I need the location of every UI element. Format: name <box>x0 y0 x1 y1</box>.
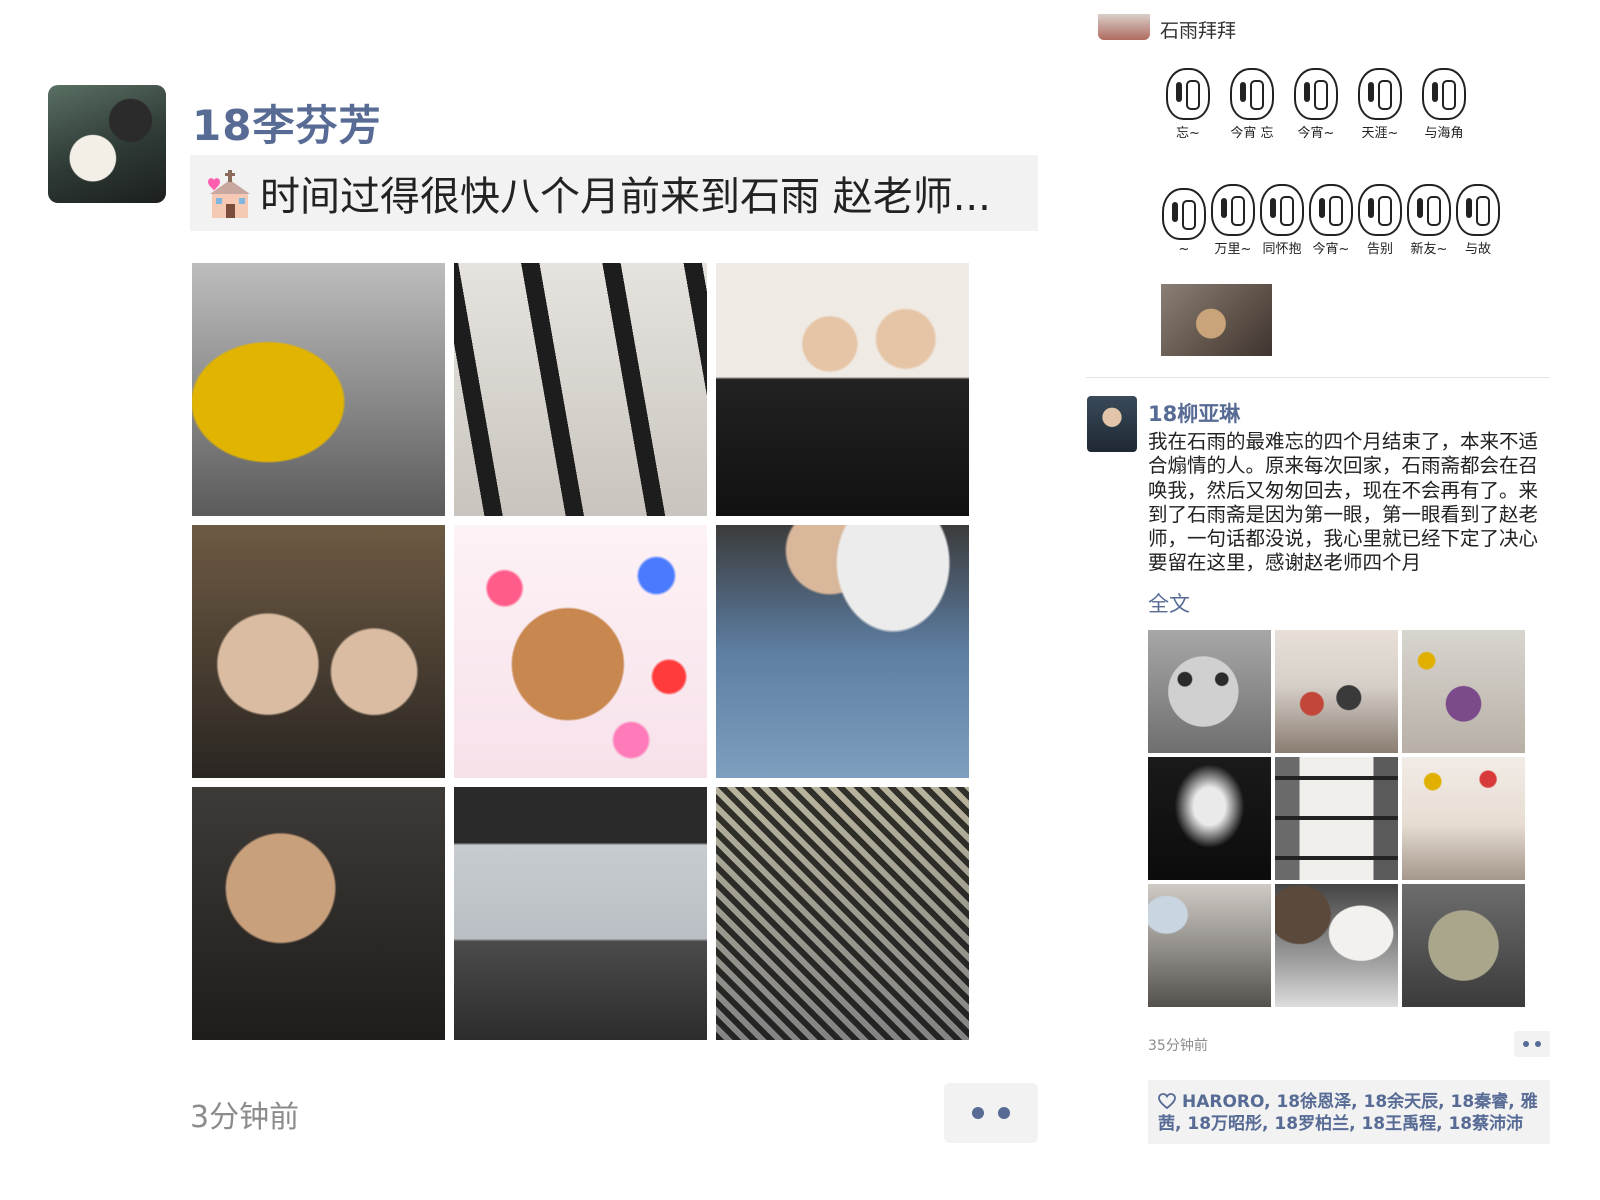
likes-list[interactable]: HARORO, 18徐恩泽, 18余天辰, 18秦睿, 雅茜, 18万昭彤, 1… <box>1158 1092 1538 1134</box>
sticker-caption: 与海角 <box>1424 126 1464 141</box>
chapel-with-heart-icon <box>198 166 252 220</box>
photo-bowls[interactable] <box>1275 884 1398 1007</box>
right-post-avatar[interactable] <box>1087 396 1137 452</box>
photo-calligraphy[interactable] <box>454 263 707 516</box>
photo-calligraphy-scroll[interactable] <box>1275 757 1398 880</box>
post-divider <box>1086 377 1550 378</box>
photo-cat[interactable] <box>1161 284 1272 356</box>
sticker[interactable]: 万里~ <box>1209 184 1257 257</box>
sticker[interactable]: 今宵 忘 <box>1224 68 1280 141</box>
sticker-caption: 天涯~ <box>1361 126 1399 141</box>
sticker-face-icon <box>1309 184 1353 236</box>
sticker-caption: 今宵 忘 <box>1230 126 1274 141</box>
sticker[interactable]: 新友~ <box>1405 184 1453 257</box>
likes-box: HARORO, 18徐恩泽, 18余天辰, 18秦睿, 雅茜, 18万昭彤, 1… <box>1148 1080 1550 1144</box>
dot <box>1523 1041 1529 1047</box>
sticker-face-icon <box>1162 188 1206 240</box>
right-more-dots-icon[interactable] <box>1514 1031 1550 1057</box>
photo-denim-jacket[interactable] <box>716 525 969 778</box>
sticker-caption: 同怀抱 <box>1262 242 1302 257</box>
sticker-caption: 忘~ <box>1176 126 1200 141</box>
sticker-face-icon <box>1230 68 1274 120</box>
photo-dining-hall[interactable] <box>1275 630 1398 753</box>
sticker[interactable]: ~ <box>1160 188 1208 257</box>
photo-balloons-room[interactable] <box>1402 757 1525 880</box>
sticker-caption: 与故 <box>1464 242 1491 257</box>
photo-street-walk[interactable] <box>1148 884 1271 1007</box>
sticker-face-icon <box>1260 184 1304 236</box>
photo-kitten[interactable] <box>1148 630 1271 753</box>
sticker-face-icon <box>1422 68 1466 120</box>
shared-link-title: 时间过得很快八个月前来到石雨 赵老师... <box>260 174 991 220</box>
sticker-row-1: 忘~ 今宵 忘 今宵~ 天涯~ 与海角 <box>1160 68 1472 141</box>
photo-party-group[interactable] <box>1402 630 1525 753</box>
full-text-link[interactable]: 全文 <box>1148 588 1190 618</box>
photo-wall-sign[interactable] <box>1148 757 1271 880</box>
sticker-caption: 新友~ <box>1410 242 1448 257</box>
sticker-face-icon <box>1358 68 1402 120</box>
sticker-face-icon <box>1407 184 1451 236</box>
sticker-face-icon <box>1456 184 1500 236</box>
sticker[interactable]: 同怀抱 <box>1258 184 1306 257</box>
photo-girl-yellow-hood[interactable] <box>192 263 445 516</box>
photo-stone-seal[interactable] <box>1402 884 1525 1007</box>
sticker-face-icon <box>1166 68 1210 120</box>
sticker[interactable]: 告别 <box>1356 184 1404 257</box>
sticker-caption: 今宵~ <box>1297 126 1335 141</box>
sticker-face-icon <box>1294 68 1338 120</box>
right-post-time: 35分钟前 <box>1148 1038 1208 1054</box>
sticker[interactable]: 今宵~ <box>1307 184 1355 257</box>
right-post-author[interactable]: 18柳亚琳 <box>1148 398 1240 428</box>
sticker-caption: ~ <box>1178 242 1190 257</box>
sticker[interactable]: 与故 <box>1454 184 1502 257</box>
shared-link-card[interactable]: 时间过得很快八个月前来到石雨 赵老师... <box>190 155 1038 231</box>
sticker-row-2: ~ 万里~ 同怀抱 今宵~ 告别 新友~ 与故 <box>1160 184 1502 257</box>
sticker[interactable]: 天涯~ <box>1352 68 1408 141</box>
sticker-face-icon <box>1211 184 1255 236</box>
dot <box>998 1107 1010 1119</box>
photo-jerry-hearts[interactable] <box>454 525 707 778</box>
left-more-dots-icon[interactable] <box>944 1083 1038 1143</box>
photo-seal-print[interactable] <box>716 787 969 1040</box>
sticker-caption: 万里~ <box>1214 242 1252 257</box>
left-photo-grid <box>192 263 969 1040</box>
sticker[interactable]: 今宵~ <box>1288 68 1344 141</box>
dot <box>972 1107 984 1119</box>
photo-two-boys[interactable] <box>716 263 969 516</box>
photo-man-dark[interactable] <box>192 787 445 1040</box>
left-post-avatar[interactable] <box>48 85 166 203</box>
sticker-caption: 今宵~ <box>1312 242 1350 257</box>
dot <box>1535 1041 1541 1047</box>
heart-icon <box>1158 1093 1176 1110</box>
left-post-time: 3分钟前 <box>190 1100 300 1135</box>
photo-cafe-silhouette[interactable] <box>454 787 707 1040</box>
sticker-caption: 告别 <box>1366 242 1393 257</box>
sticker[interactable]: 忘~ <box>1160 68 1216 141</box>
right-post-body: 我在石雨的最难忘的四个月结束了，本来不适合煽情的人。原来每次回家，石雨斋都会在召… <box>1148 430 1539 575</box>
sticker[interactable]: 与海角 <box>1416 68 1472 141</box>
photo-two-girls-selfie[interactable] <box>192 525 445 778</box>
top-post-author[interactable]: 石雨拜拜 <box>1160 16 1236 43</box>
top-post-avatar[interactable] <box>1098 14 1150 40</box>
sticker-face-icon <box>1358 184 1402 236</box>
right-photo-grid <box>1148 630 1526 1007</box>
left-post-author[interactable]: 18李芬芳 <box>192 92 381 153</box>
